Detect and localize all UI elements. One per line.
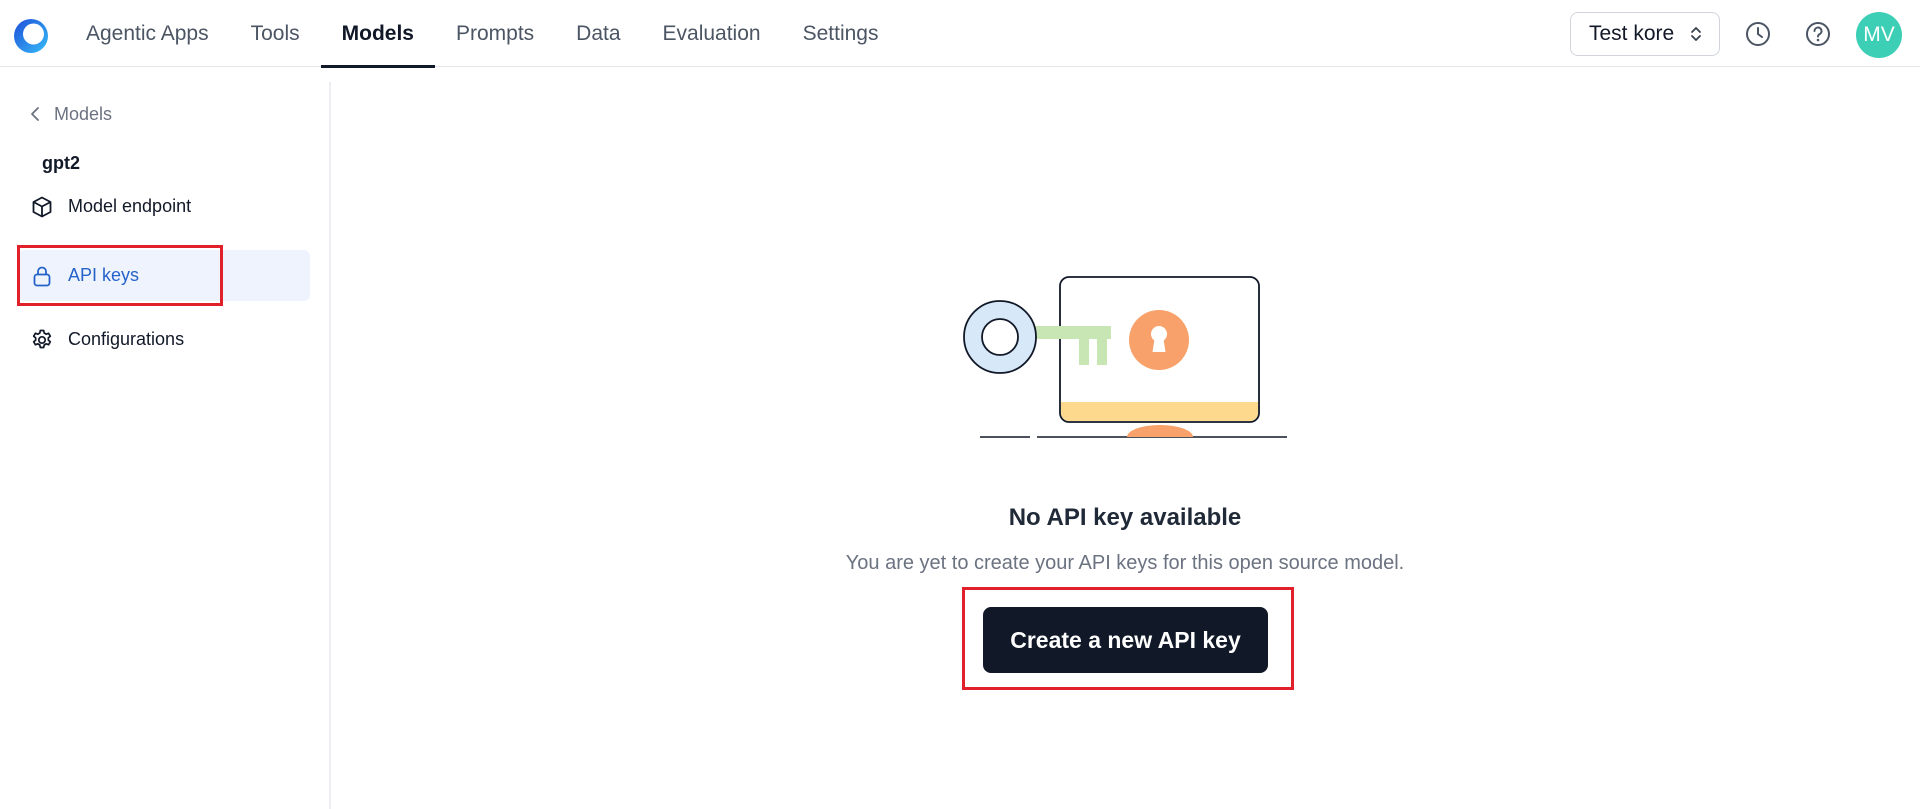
- back-to-models-link[interactable]: Models: [28, 102, 112, 126]
- tab-data[interactable]: Data: [555, 0, 641, 67]
- sidebar: Models gpt2 Model endpoint API keys Conf…: [0, 82, 331, 809]
- main-nav: Agentic Apps Tools Models Prompts Data E…: [65, 0, 900, 68]
- tab-evaluation[interactable]: Evaluation: [642, 0, 782, 67]
- top-navigation-bar: Agentic Apps Tools Models Prompts Data E…: [0, 0, 1920, 68]
- avatar-initials: MV: [1863, 23, 1895, 46]
- sidebar-item-label: Configurations: [68, 329, 185, 349]
- gear-icon: [32, 329, 52, 348]
- workspace-selector[interactable]: Test kore: [1570, 12, 1720, 56]
- sidebar-item-configurations[interactable]: Configurations: [18, 314, 310, 365]
- sidebar-item-label: Model endpoint: [68, 196, 192, 216]
- create-api-key-button[interactable]: Create a new API key: [983, 607, 1268, 673]
- chevron-up-down-icon: [1691, 27, 1701, 41]
- cube-icon: [32, 196, 52, 217]
- help-circle-icon[interactable]: [1804, 20, 1832, 48]
- tab-label: Models: [341, 21, 414, 45]
- tab-label: Settings: [802, 21, 879, 45]
- tab-tools[interactable]: Tools: [230, 0, 321, 67]
- tab-models[interactable]: Models: [320, 0, 436, 68]
- tab-settings[interactable]: Settings: [782, 0, 900, 67]
- chevron-left-icon: [31, 107, 39, 121]
- tab-label: Tools: [250, 21, 300, 45]
- avatar[interactable]: MV: [1856, 12, 1902, 58]
- empty-state-description: You are yet to create your API keys for …: [845, 552, 1405, 574]
- tab-label: Agentic Apps: [86, 21, 209, 45]
- sidebar-item-api-keys[interactable]: API keys: [18, 250, 310, 301]
- app-logo-icon[interactable]: [12, 17, 50, 55]
- sidebar-item-label: API keys: [68, 265, 140, 285]
- workspace-name: Test kore: [1589, 22, 1675, 45]
- tab-prompts[interactable]: Prompts: [435, 0, 555, 67]
- model-name: gpt2: [42, 153, 80, 173]
- tab-label: Prompts: [455, 21, 535, 45]
- empty-state-title: No API key available: [1008, 504, 1242, 531]
- tab-agentic-apps[interactable]: Agentic Apps: [65, 0, 230, 67]
- lock-icon: [33, 266, 51, 286]
- key-lock-monitor-illustration: [963, 276, 1287, 438]
- back-link-label: Models: [54, 103, 113, 124]
- clock-icon[interactable]: [1744, 20, 1772, 48]
- tab-label: Evaluation: [662, 21, 761, 45]
- tab-label: Data: [576, 21, 621, 45]
- sidebar-item-model-endpoint[interactable]: Model endpoint: [18, 181, 310, 232]
